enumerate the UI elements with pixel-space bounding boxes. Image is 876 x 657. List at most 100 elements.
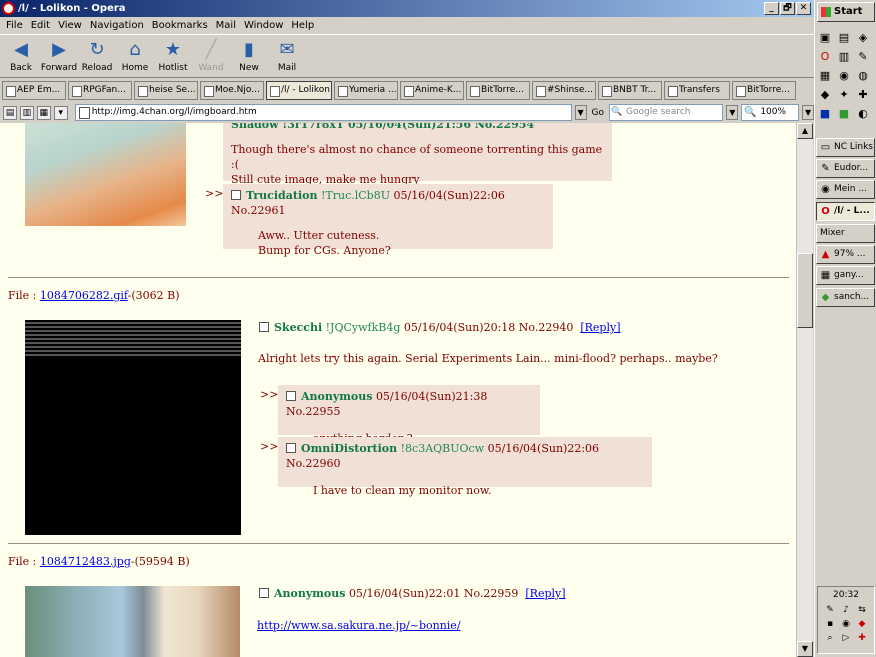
tab-lolikon[interactable]: /l/ - Lolikon xyxy=(266,81,332,100)
thumbnail-image[interactable] xyxy=(25,320,241,535)
tab-bnbt[interactable]: BNBT Tr... xyxy=(598,81,662,100)
forward-button[interactable]: ▶ Forward xyxy=(40,35,78,77)
forward-arrow-icon: ▶ xyxy=(52,39,66,60)
volume-icon[interactable]: ♪ xyxy=(839,604,853,616)
go-button[interactable]: Go xyxy=(590,108,606,118)
vertical-scrollbar[interactable]: ▲ ▼ xyxy=(796,123,813,657)
tab-rpgfan[interactable]: RPGFan... xyxy=(68,81,132,100)
print-icon[interactable]: ▦ xyxy=(36,105,51,120)
taskbar-item-eudora[interactable]: ✎ Eudor... xyxy=(816,159,875,178)
menu-file[interactable]: File xyxy=(2,20,27,31)
taskbar-label: NC Links xyxy=(834,142,873,152)
mail-button[interactable]: ✉ Mail xyxy=(268,35,306,77)
quicklaunch-icon[interactable]: ■ xyxy=(817,106,833,122)
opera-icon[interactable]: O xyxy=(817,49,833,65)
menu-window[interactable]: Window xyxy=(240,20,287,31)
network-icon[interactable]: ⇆ xyxy=(855,604,869,616)
tray-icon[interactable]: ✚ xyxy=(855,632,869,644)
quicklaunch-icon[interactable]: ◉ xyxy=(836,68,852,84)
quicklaunch-icon[interactable]: ■ xyxy=(836,106,852,122)
file-link[interactable]: 1084712483.jpg xyxy=(40,555,131,568)
thumbnail-image[interactable] xyxy=(25,586,240,657)
tab-bittorrent-1[interactable]: BitTorre... xyxy=(466,81,530,100)
tab-aep[interactable]: AEP Em... xyxy=(2,81,66,100)
delete-checkbox[interactable] xyxy=(231,190,241,200)
menu-help[interactable]: Help xyxy=(287,20,318,31)
quicklaunch-icon[interactable]: ▦ xyxy=(817,68,833,84)
tray-icon[interactable]: ◆ xyxy=(855,618,869,630)
taskbar-item-sanch[interactable]: ◆ sanch... xyxy=(816,288,875,307)
home-button[interactable]: ⌂ Home xyxy=(116,35,154,77)
quicklaunch-icon[interactable]: ▣ xyxy=(817,30,833,46)
menu-bookmarks[interactable]: Bookmarks xyxy=(148,20,212,31)
scroll-thumb[interactable] xyxy=(797,253,813,328)
quicklaunch-icon[interactable]: ◆ xyxy=(817,87,833,103)
tray-icon[interactable]: ▷ xyxy=(839,632,853,644)
tab-moe[interactable]: Moe.Njo... xyxy=(200,81,264,100)
tab-bittorrent-2[interactable]: BitTorre... xyxy=(732,81,796,100)
quicklaunch-icon[interactable]: ◍ xyxy=(855,68,871,84)
wand-button[interactable]: ╱ Wand xyxy=(192,35,230,77)
search-dropdown-icon[interactable]: ▼ xyxy=(726,105,739,120)
scroll-up-button[interactable]: ▲ xyxy=(797,123,813,139)
start-button[interactable]: Start xyxy=(817,2,875,22)
taskbar-label: gany... xyxy=(834,270,864,280)
menu-mail[interactable]: Mail xyxy=(212,20,240,31)
minimize-button[interactable]: _ xyxy=(764,2,779,15)
reload-button[interactable]: ↻ Reload xyxy=(78,35,116,77)
panel-toggle-icon[interactable]: ▤ xyxy=(3,105,17,120)
external-link[interactable]: http://www.sa.sakura.ne.jp/~bonnie/ xyxy=(257,619,461,632)
reply-link[interactable]: [Reply] xyxy=(580,321,620,334)
zoom-dropdown-icon[interactable]: ▼ xyxy=(802,105,814,120)
taskbar-item-gany[interactable]: ▦ gany... xyxy=(816,266,875,285)
scroll-down-button[interactable]: ▼ xyxy=(797,641,813,657)
tab-yumeria[interactable]: Yumeria ... xyxy=(334,81,398,100)
tab-transfers[interactable]: Transfers xyxy=(664,81,730,100)
hotlist-label: Hotlist xyxy=(158,63,188,73)
address-dropdown-icon[interactable]: ▼ xyxy=(574,105,587,120)
taskbar-item-progress[interactable]: ▲ 97% ... xyxy=(816,245,875,264)
menu-edit[interactable]: Edit xyxy=(27,20,54,31)
tray-icon[interactable]: ▪ xyxy=(823,618,837,630)
taskbar-item-mixer[interactable]: Mixer xyxy=(816,224,875,243)
page-menu-icon[interactable]: ▾ xyxy=(53,105,68,120)
close-button[interactable]: ✕ xyxy=(796,2,811,15)
tab-heise[interactable]: heise Se... xyxy=(134,81,198,100)
quicklaunch-icon[interactable]: ✚ xyxy=(855,87,871,103)
taskbar-item-lolikon[interactable]: O/l/ - L... xyxy=(816,202,875,221)
quicklaunch-icon[interactable]: ▤ xyxy=(836,30,852,46)
new-button[interactable]: ▮ New xyxy=(230,35,268,77)
tab-anime-k[interactable]: Anime-K... xyxy=(400,81,464,100)
restore-button[interactable]: 🗗 xyxy=(780,2,795,15)
reply-link[interactable]: [Reply] xyxy=(525,587,565,600)
quicklaunch-icon[interactable]: ✎ xyxy=(855,49,871,65)
menu-view[interactable]: View xyxy=(54,20,86,31)
menu-navigation[interactable]: Navigation xyxy=(86,20,148,31)
tray-icon[interactable]: ✎ xyxy=(823,604,837,616)
delete-checkbox[interactable] xyxy=(259,322,269,332)
reload-label: Reload xyxy=(81,63,113,73)
thumbnail-image[interactable] xyxy=(25,123,186,226)
taskbar-item-nc-links[interactable]: ▭ NC Links xyxy=(816,138,875,157)
zoom-field[interactable]: 100% xyxy=(741,104,800,121)
file-link[interactable]: 1084706282.gif xyxy=(40,289,128,302)
tab-shinse[interactable]: #Shinse... xyxy=(532,81,596,100)
quicklaunch-icon[interactable]: ◐ xyxy=(855,106,871,122)
taskbar-item-mein[interactable]: ◉ Mein ... xyxy=(816,180,875,199)
quicklaunch-icon[interactable]: ▥ xyxy=(836,49,852,65)
search-icon[interactable]: ⌕ xyxy=(823,632,837,644)
tray-icon[interactable]: ◉ xyxy=(839,618,853,630)
hotlist-button[interactable]: ★ Hotlist xyxy=(154,35,192,77)
app-icon: ◆ xyxy=(821,292,830,303)
delete-checkbox[interactable] xyxy=(286,391,296,401)
delete-checkbox[interactable] xyxy=(286,443,296,453)
delete-checkbox[interactable] xyxy=(259,588,269,598)
system-tray: 20:32 ✎ ♪ ⇆ ▪ ◉ ◆ ⌕ ▷ ✚ xyxy=(817,586,875,654)
quicklaunch-icon[interactable]: ✦ xyxy=(836,87,852,103)
address-input[interactable]: http://img.4chan.org/l/imgboard.htm xyxy=(74,104,572,121)
cache-icon[interactable]: ▥ xyxy=(19,105,34,120)
back-button[interactable]: ◀ Back xyxy=(2,35,40,77)
quicklaunch-icon[interactable]: ◈ xyxy=(855,30,871,46)
google-search-input[interactable]: Google search xyxy=(609,104,724,121)
back-label: Back xyxy=(10,63,32,73)
